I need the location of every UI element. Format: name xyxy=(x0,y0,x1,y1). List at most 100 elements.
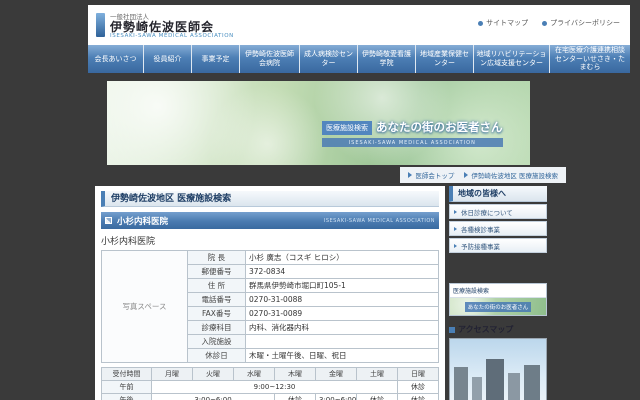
sidebar-item-holiday-care[interactable]: 休日診療について xyxy=(449,204,547,219)
sidebar-title: 地域の皆様へ xyxy=(449,186,547,202)
schedule-header: 金曜 xyxy=(316,368,357,381)
utility-links: サイトマップ プライバシーポリシー xyxy=(478,18,620,28)
schedule-row-am: 午前 9:00~12:30 休診 xyxy=(102,381,439,394)
building-shape xyxy=(508,373,520,400)
sidebar-item-vaccination[interactable]: 予防接種事業 xyxy=(449,238,547,253)
arrow-icon xyxy=(454,210,457,214)
clinic-bar-en: ISESAKI-SAWA MEDICAL ASSOCIATION xyxy=(324,218,435,224)
breadcrumb-arrow-icon xyxy=(408,172,412,178)
nav-item-rehabilitation-center[interactable]: 地域リハビリテーション広域支援センター xyxy=(474,45,550,73)
detail-label: 診療科目 xyxy=(188,321,246,335)
detail-label: 院 長 xyxy=(188,251,246,265)
clinic-details-table: 写真スペース 院 長 小杉 廣志（コスギ ヒロシ） 郵便番号 372-0834 … xyxy=(101,250,439,363)
arrow-icon xyxy=(454,244,457,248)
nav-item-business-plan[interactable]: 事業予定 xyxy=(192,45,240,73)
schedule-cell: 休診 xyxy=(357,394,398,400)
bullet-icon xyxy=(542,21,547,26)
site-container: 一般社団法人 伊勢崎佐波医師会 ISESAKI-SAWA MEDICAL ASS… xyxy=(88,5,630,400)
page-title: 伊勢崎佐波地区 医療施設検索 xyxy=(101,191,439,207)
nav-item-officers[interactable]: 役員紹介 xyxy=(144,45,192,73)
site-header: 一般社団法人 伊勢崎佐波医師会 ISESAKI-SAWA MEDICAL ASS… xyxy=(88,5,630,45)
schedule-header: 月曜 xyxy=(152,368,193,381)
schedule-header: 火曜 xyxy=(193,368,234,381)
nav-item-hospital[interactable]: 伊勢崎佐波医師会病院 xyxy=(240,45,300,73)
facility-search-banner[interactable]: 医療施設検索 あなたの街のお医者さん xyxy=(449,283,547,316)
schedule-cell: 3:00~6:00 xyxy=(316,394,357,400)
access-map-image xyxy=(449,338,547,400)
detail-label: FAX番号 xyxy=(188,307,246,321)
logo-mark-icon xyxy=(96,13,105,37)
sitemap-link[interactable]: サイトマップ xyxy=(478,18,528,28)
nav-item-checkup-center[interactable]: 成人病検診センター xyxy=(300,45,358,73)
building-shape xyxy=(454,367,468,400)
detail-value: 内科、消化器内科 xyxy=(246,321,439,335)
building-shape xyxy=(524,365,540,400)
hero-subtitle: ISESAKI-SAWA MEDICAL ASSOCIATION xyxy=(322,138,503,147)
schedule-header: 水曜 xyxy=(234,368,275,381)
breadcrumb-arrow-icon xyxy=(464,172,468,178)
org-name-en: ISESAKI-SAWA MEDICAL ASSOCIATION xyxy=(110,33,234,39)
sitemap-link-label: サイトマップ xyxy=(486,18,528,28)
bullet-icon xyxy=(478,21,483,26)
access-map-heading: アクセスマップ xyxy=(449,324,547,335)
hero-overlay: 医療施設検索 あなたの街のお医者さん ISESAKI-SAWA MEDICAL … xyxy=(322,119,503,147)
schedule-cell: 休診 xyxy=(275,394,316,400)
schedule-table: 受付時間 月曜 火曜 水曜 木曜 金曜 土曜 日曜 午前 9:00~12:30 … xyxy=(101,367,439,400)
detail-value: 0270-31-0089 xyxy=(246,307,439,321)
schedule-row-label: 午前 xyxy=(102,381,152,394)
hero-title: あなたの街のお医者さん xyxy=(376,119,503,135)
detail-label: 住 所 xyxy=(188,279,246,293)
schedule-header: 土曜 xyxy=(357,368,398,381)
detail-label: 休診日 xyxy=(188,349,246,363)
banner-label: 医療施設検索 xyxy=(450,284,546,298)
hero-image: 医療施設検索 あなたの街のお医者さん ISESAKI-SAWA MEDICAL … xyxy=(107,81,530,165)
photo-space: 写真スペース xyxy=(102,251,188,363)
detail-value: 0270-31-0088 xyxy=(246,293,439,307)
detail-label: 郵便番号 xyxy=(188,265,246,279)
detail-value: 木曜・土曜午後、日曜、祝日 xyxy=(246,349,439,363)
schedule-header-row: 受付時間 月曜 火曜 水曜 木曜 金曜 土曜 日曜 xyxy=(102,368,439,381)
sidebar-item-screening[interactable]: 各種検診事業 xyxy=(449,221,547,236)
access-map-label: アクセスマップ xyxy=(458,324,513,335)
hero-section: 医療施設検索 あなたの街のお医者さん ISESAKI-SAWA MEDICAL … xyxy=(88,73,630,165)
nav-item-home-care-center[interactable]: 在宅医療介護連携相談センターいせさき・たまむら xyxy=(550,45,630,73)
breadcrumb-strip: 医師会トップ 伊勢崎佐波地区 医療施設検索 xyxy=(88,167,630,183)
breadcrumb-current-link[interactable]: 伊勢崎佐波地区 医療施設検索 xyxy=(471,170,558,180)
schedule-cell: 休診 xyxy=(398,381,439,394)
detail-label: 電話番号 xyxy=(188,293,246,307)
schedule-cell: 3:00~6:00 xyxy=(152,394,275,400)
sidebar-item-label: 各種検診事業 xyxy=(461,224,500,234)
clinic-bar-title: 小杉内科医院 xyxy=(117,215,324,227)
nav-item-greeting[interactable]: 会長あいさつ xyxy=(88,45,144,73)
nav-item-occupational-health[interactable]: 地域産業保健センター xyxy=(416,45,474,73)
arrow-icon xyxy=(454,227,457,231)
building-shape xyxy=(472,377,482,400)
sidebar-item-label: 予防接種事業 xyxy=(461,241,500,251)
banner-text: あなたの街のお医者さん xyxy=(465,302,532,312)
schedule-header: 木曜 xyxy=(275,368,316,381)
privacy-policy-link[interactable]: プライバシーポリシー xyxy=(542,18,620,28)
detail-value: 小杉 廣志（コスギ ヒロシ） xyxy=(246,251,439,265)
main-nav: 会長あいさつ 役員紹介 事業予定 伊勢崎佐波医師会病院 成人病検診センター 伊勢… xyxy=(88,45,630,73)
schedule-row-pm: 午後 3:00~6:00 休診 3:00~6:00 休診 休診 xyxy=(102,394,439,400)
breadcrumb: 医師会トップ 伊勢崎佐波地区 医療施設検索 xyxy=(400,167,566,183)
schedule-row-label: 午後 xyxy=(102,394,152,400)
detail-value: 372-0834 xyxy=(246,265,439,279)
detail-label: 入院施設 xyxy=(188,335,246,349)
building-shape xyxy=(486,359,504,400)
content-panel: 伊勢崎佐波地区 医療施設検索 小杉内科医院 ISESAKI-SAWA MEDIC… xyxy=(95,186,445,400)
clinic-name: 小杉内科医院 xyxy=(101,234,439,247)
square-bullet-icon xyxy=(449,327,455,333)
hero-badge: 医療施設検索 xyxy=(322,121,372,135)
nav-item-nursing-school[interactable]: 伊勢崎敬愛看護学院 xyxy=(358,45,416,73)
breadcrumb-home-link[interactable]: 医師会トップ xyxy=(415,170,454,180)
sidebar-item-label: 休日診療について xyxy=(461,207,513,217)
detail-value xyxy=(246,335,439,349)
clinic-bar-icon xyxy=(105,217,112,224)
banner-image: あなたの街のお医者さん xyxy=(450,298,546,315)
schedule-header: 日曜 xyxy=(398,368,439,381)
site-logo[interactable]: 一般社団法人 伊勢崎佐波医師会 ISESAKI-SAWA MEDICAL ASS… xyxy=(96,11,234,40)
schedule-cell: 休診 xyxy=(398,394,439,400)
org-name: 伊勢崎佐波医師会 xyxy=(110,21,234,34)
sidebar: 地域の皆様へ 休日診療について 各種検診事業 予防接種事業 医療施設検索 あなた… xyxy=(449,186,547,400)
